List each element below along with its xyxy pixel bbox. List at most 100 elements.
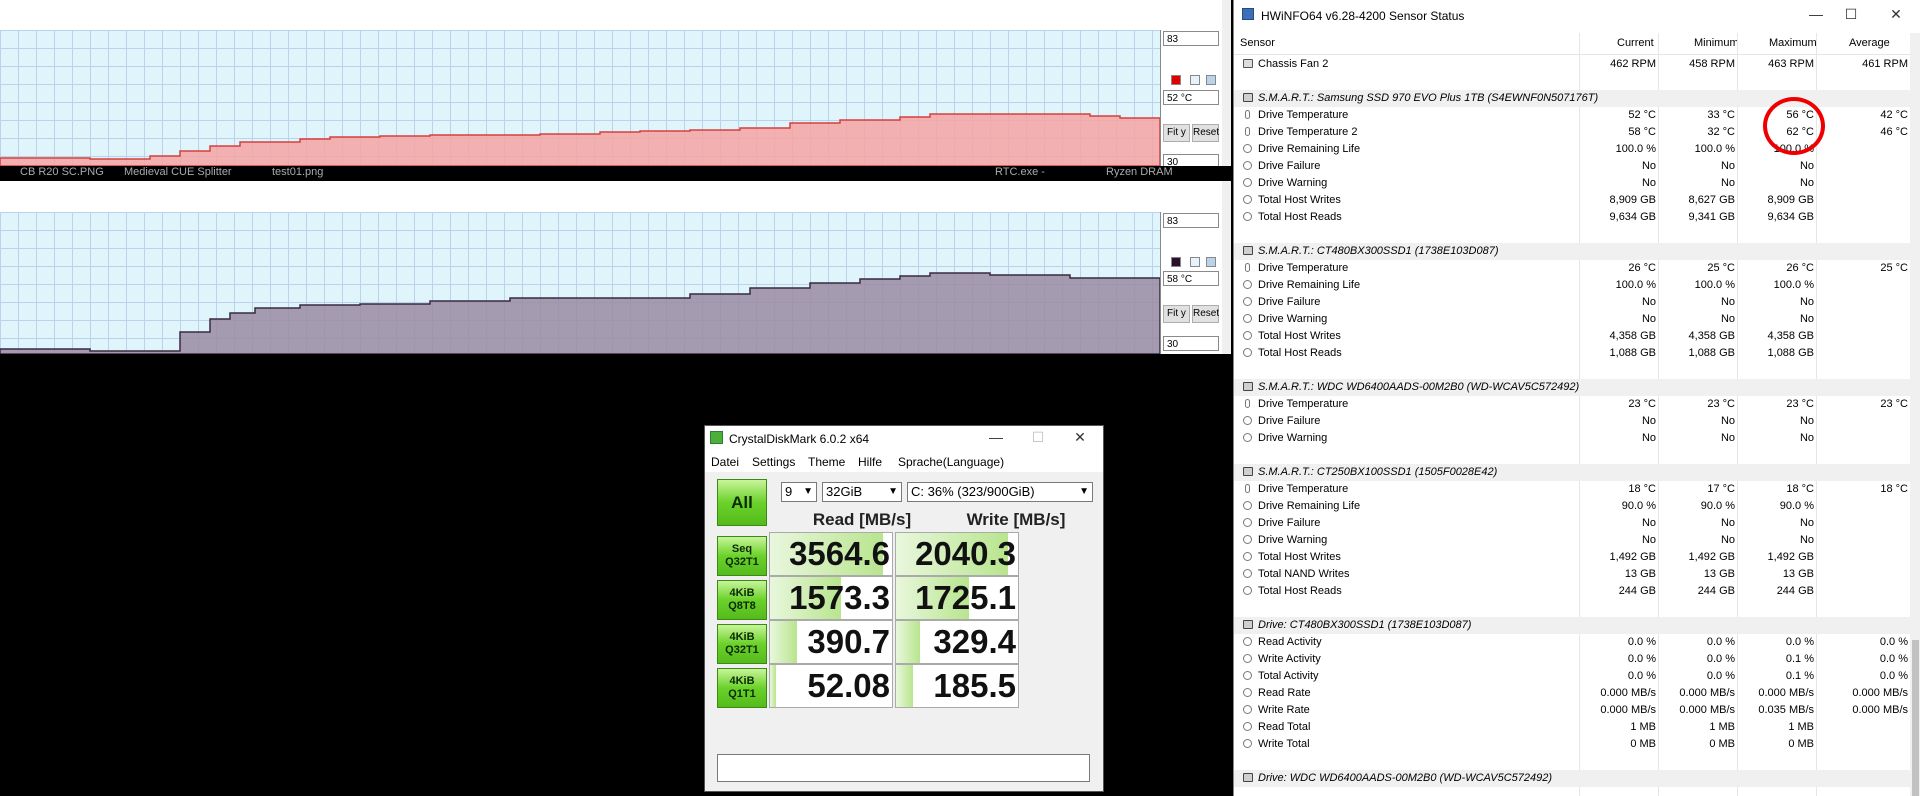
graph-color-swatch[interactable] xyxy=(1171,75,1181,85)
test-button[interactable]: 4KiB Q32T1 xyxy=(717,624,767,664)
reset-button[interactable]: Reset xyxy=(1192,124,1219,142)
sensor-row[interactable]: Read Activity 0.0 % 0.0 % 0.0 % 0.0 % xyxy=(1234,634,1910,651)
sensor-value-cur: No xyxy=(1641,313,1656,325)
sensor-row[interactable]: Drive Failure No No No xyxy=(1234,294,1910,311)
sensor-row[interactable]: Drive Warning No No No xyxy=(1234,311,1910,328)
sensor-row[interactable]: Total NAND Writes 13 GB 13 GB 13 GB xyxy=(1234,566,1910,583)
sensor-label: S.M.A.R.T.: WDC WD6400AADS-00M2B0 (WD-WC… xyxy=(1258,381,1580,393)
graph-color-swatch-alt[interactable] xyxy=(1190,75,1200,85)
write-result-bar xyxy=(896,665,914,707)
sensor-value-cur: 1 MB xyxy=(1630,721,1656,733)
reset-button[interactable]: Reset xyxy=(1192,305,1219,323)
minimize-icon[interactable]: — xyxy=(985,428,1007,446)
sensor-row[interactable]: Drive Failure No No No xyxy=(1234,515,1910,532)
sensor-row[interactable]: Total Host Reads 244 GB 244 GB 244 GB xyxy=(1234,583,1910,600)
write-result-value: 185.5 xyxy=(933,667,1016,704)
sensor-row[interactable]: Read Rate 0.000 MB/s 0.000 MB/s 0.000 MB/s 0… xyxy=(1234,685,1910,702)
close-icon[interactable]: ✕ xyxy=(1069,428,1091,446)
read-result: 3564.6 xyxy=(769,532,893,576)
graph-scrollbar[interactable] xyxy=(1222,181,1231,354)
sensor-row[interactable]: Drive Failure No No No xyxy=(1234,413,1910,430)
test-size-select[interactable]: 32GiB ▼ xyxy=(822,482,902,502)
column-maximum[interactable]: Maximum xyxy=(1769,37,1817,49)
sensor-row[interactable]: Drive Warning No No No xyxy=(1234,532,1910,549)
sensor-group-header[interactable]: S.M.A.R.T.: CT250BX100SSD1 (1505F0028E42… xyxy=(1234,464,1910,481)
sensor-row[interactable]: Total Host Reads 1,088 GB 1,088 GB 1,088 GB xyxy=(1234,345,1910,362)
hwinfo-scrollbar-thumb[interactable] xyxy=(1912,640,1919,796)
graph-scrollbar[interactable] xyxy=(1222,0,1231,166)
test-name: 4KiB xyxy=(729,675,755,687)
taskbar-item[interactable]: CB R20 SC.PNG xyxy=(20,166,104,179)
menu-datei[interactable]: Datei xyxy=(711,455,739,469)
graph-color-swatch-alt2[interactable] xyxy=(1206,75,1216,85)
minimize-icon[interactable]: — xyxy=(1805,5,1827,23)
sensor-row[interactable]: Drive Temperature 23 °C 23 °C 23 °C 23 °C xyxy=(1234,396,1910,413)
column-sensor[interactable]: Sensor xyxy=(1240,37,1275,49)
comment-field[interactable] xyxy=(717,754,1090,782)
sensor-value-max: 0.0 % xyxy=(1785,636,1814,648)
menu-settings[interactable]: Settings xyxy=(752,455,795,469)
sensor-row[interactable]: Total Host Writes 1,492 GB 1,492 GB 1,492 G… xyxy=(1234,549,1910,566)
column-current[interactable]: Current xyxy=(1617,37,1654,49)
test-count-select[interactable]: 9 ▼ xyxy=(781,482,817,502)
sensor-row[interactable]: Drive Failure No No No xyxy=(1234,158,1910,175)
drive-select[interactable]: C: 36% (323/900GiB) ▼ xyxy=(907,482,1093,502)
sensor-row[interactable]: Total Activity 0.0 % 0.0 % 0.1 % 0.0 % xyxy=(1234,668,1910,685)
menu-language[interactable]: Sprache(Language) xyxy=(898,455,1004,469)
sensor-group-header[interactable]: Drive: CT480BX300SSD1 (1738E103D087) xyxy=(1234,617,1910,634)
sensor-row[interactable]: Chassis Fan 2 462 RPM 458 RPM 463 RPM 461 RP… xyxy=(1234,56,1910,73)
sensor-label: Write Total xyxy=(1258,738,1310,750)
graph-color-swatch[interactable] xyxy=(1171,257,1181,267)
sensor-value-min: 0.0 % xyxy=(1706,653,1735,665)
sensor-row[interactable]: Drive Warning No No No xyxy=(1234,430,1910,447)
column-minimum[interactable]: Minimum xyxy=(1694,37,1739,49)
sensor-row[interactable]: Write Activity 0.0 % 0.0 % 0.1 % 0.0 % xyxy=(1234,651,1910,668)
menu-hilfe[interactable]: Hilfe xyxy=(858,455,882,469)
maximize-icon[interactable]: ☐ xyxy=(1840,5,1862,23)
graph-max-field[interactable]: 83 xyxy=(1163,31,1219,46)
taskbar-item[interactable]: RTC.exe - xyxy=(995,166,1045,179)
sensor-value-min: 0.000 MB/s xyxy=(1679,704,1735,716)
test-button[interactable]: Seq Q32T1 xyxy=(717,536,767,576)
close-icon[interactable]: ✕ xyxy=(1885,5,1907,23)
sensor-row[interactable]: Total Host Reads 9,634 GB 9,341 GB 9,634 GB xyxy=(1234,209,1910,226)
test-button[interactable]: 4KiB Q8T8 xyxy=(717,580,767,620)
test-params: Q32T1 xyxy=(725,644,759,656)
sensor-circle-icon xyxy=(1243,569,1252,578)
sensor-row[interactable]: Write Rate 0.000 MB/s 0.000 MB/s 0.035 MB/s… xyxy=(1234,702,1910,719)
sensor-row[interactable]: Read Total 1 MB 1 MB 1 MB xyxy=(1234,719,1910,736)
sensor-value-max: No xyxy=(1799,415,1814,427)
taskbar-item[interactable]: Medieval CUE Splitter xyxy=(124,166,232,179)
sensor-label: Drive Warning xyxy=(1258,177,1328,189)
sensor-row[interactable]: Drive Remaining Life 100.0 % 100.0 % 100.0 … xyxy=(1234,277,1910,294)
all-button[interactable]: All xyxy=(717,479,767,526)
write-result-bar xyxy=(896,621,921,663)
fit-y-button[interactable]: Fit y xyxy=(1163,124,1190,142)
graph-min-field[interactable]: 30 xyxy=(1163,336,1219,351)
taskbar-item[interactable]: test01.png xyxy=(272,166,323,179)
sensor-row[interactable]: Total Host Writes 4,358 GB 4,358 GB 4,358 G… xyxy=(1234,328,1910,345)
graph-color-swatch-alt[interactable] xyxy=(1190,257,1200,267)
fit-y-button[interactable]: Fit y xyxy=(1163,305,1190,323)
fan-icon xyxy=(1243,59,1253,68)
graph-color-swatch-alt2[interactable] xyxy=(1206,257,1216,267)
sensor-group-header[interactable]: S.M.A.R.T.: CT480BX300SSD1 (1738E103D087… xyxy=(1234,243,1910,260)
sensor-row[interactable]: Total Host Writes 8,909 GB 8,627 GB 8,909 G… xyxy=(1234,192,1910,209)
sensor-value-min: 90.0 % xyxy=(1700,500,1735,512)
sensor-group-header[interactable]: Drive: WDC WD6400AADS-00M2B0 (WD-WCAV5C5… xyxy=(1234,770,1910,787)
sensor-value-cur: 26 °C xyxy=(1628,262,1656,274)
graph-max-field[interactable]: 83 xyxy=(1163,213,1219,228)
test-button[interactable]: 4KiB Q1T1 xyxy=(717,668,767,708)
taskbar-item[interactable]: Ryzen DRAM xyxy=(1106,166,1173,179)
sensor-label: Total Activity xyxy=(1258,670,1319,682)
sensor-row[interactable]: Drive Temperature 18 °C 17 °C 18 °C 18 °C xyxy=(1234,481,1910,498)
sensor-row[interactable]: Drive Temperature 26 °C 25 °C 26 °C 25 °C xyxy=(1234,260,1910,277)
thermometer-icon xyxy=(1245,399,1250,408)
sensor-group-header[interactable]: S.M.A.R.T.: WDC WD6400AADS-00M2B0 (WD-WC… xyxy=(1234,379,1910,396)
maximize-icon[interactable]: ☐ xyxy=(1027,428,1049,446)
sensor-row[interactable]: Drive Warning No No No xyxy=(1234,175,1910,192)
sensor-row[interactable]: Drive Remaining Life 90.0 % 90.0 % 90.0 % xyxy=(1234,498,1910,515)
sensor-row[interactable]: Write Total 0 MB 0 MB 0 MB xyxy=(1234,736,1910,753)
column-average[interactable]: Average xyxy=(1849,37,1890,49)
menu-theme[interactable]: Theme xyxy=(808,455,845,469)
